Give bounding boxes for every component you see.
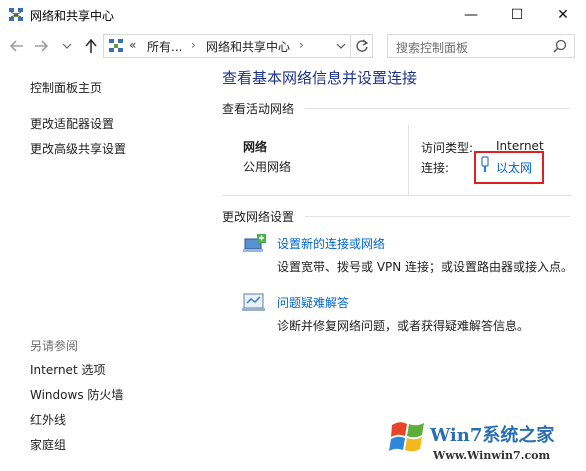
site-watermark: Win7系统之家 Www.Winwin7.com [388, 411, 586, 471]
breadcrumb-item-current[interactable]: 网络和共享中心 [206, 38, 290, 55]
setup-connection-link[interactable]: 设置新的连接或网络 [277, 235, 385, 252]
sidebar-link-homegroup[interactable]: 家庭组 [30, 436, 66, 453]
section-divider [305, 108, 570, 109]
window-title: 网络和共享中心 [30, 9, 115, 23]
breadcrumb-overflow[interactable]: « [129, 38, 136, 52]
address-divider [350, 35, 351, 57]
refresh-icon[interactable] [355, 39, 369, 53]
network-breadcrumb-icon [109, 39, 123, 52]
network-name: 网络 [243, 140, 268, 154]
windows-flag-icon [389, 422, 424, 452]
watermark-title: Win7系统之家 [430, 425, 555, 446]
breadcrumb-separator[interactable]: › [191, 38, 196, 52]
sidebar-link-infrared[interactable]: 红外线 [30, 411, 66, 428]
close-button[interactable]: ✕ [540, 0, 586, 30]
search-placeholder: 搜索控制面板 [396, 41, 469, 55]
access-type-label: 访问类型: [421, 141, 474, 155]
sidebar-link-control-panel-home[interactable]: 控制面板主页 [30, 79, 102, 96]
troubleshoot-link[interactable]: 问题疑难解答 [277, 294, 349, 311]
sidebar-link-advanced-sharing[interactable]: 更改高级共享设置 [30, 140, 126, 157]
title-bar: 网络和共享中心 — ☐ ✕ [0, 0, 586, 30]
sidebar-link-change-adapter[interactable]: 更改适配器设置 [30, 115, 114, 132]
chevron-down-icon[interactable] [62, 43, 72, 49]
network-type-link[interactable]: 公用网络 [243, 158, 291, 175]
address-bar[interactable]: « 所有... › 网络和共享中心 › [103, 34, 373, 58]
section-heading-change-settings: 更改网络设置 [222, 210, 295, 224]
troubleshoot-desc: 诊断并修复网络问题，或者获得疑难解答信息。 [277, 319, 530, 333]
new-connection-icon [243, 234, 266, 252]
setup-connection-desc: 设置宽带、拨号或 VPN 连接；或设置路由器或接入点。 [277, 260, 574, 274]
breadcrumb-separator[interactable]: › [299, 38, 304, 52]
arrow-left-icon[interactable] [9, 39, 25, 53]
minimize-button[interactable]: — [448, 0, 494, 30]
maximize-button[interactable]: ☐ [494, 0, 540, 30]
see-also-heading: 另请参阅 [30, 339, 79, 353]
breadcrumb-item-all[interactable]: 所有... [147, 38, 182, 55]
arrow-right-icon[interactable] [33, 39, 49, 53]
sidebar-link-internet-options[interactable]: Internet 选项 [30, 361, 105, 378]
troubleshoot-icon [242, 293, 265, 311]
section-divider [305, 216, 570, 217]
watermark-url: Www.Winwin7.com [433, 449, 551, 462]
page-title: 查看基本网络信息并设置连接 [222, 69, 418, 87]
highlight-box [474, 151, 544, 184]
search-icon[interactable] [553, 39, 567, 53]
search-input[interactable]: 搜索控制面板 [387, 34, 575, 58]
network-center-icon [9, 8, 23, 21]
address-dropdown-icon[interactable] [336, 43, 346, 49]
sidebar-link-windows-firewall[interactable]: Windows 防火墙 [30, 386, 123, 403]
network-divider [408, 125, 409, 195]
arrow-up-icon[interactable] [84, 38, 98, 54]
connection-label: 连接: [421, 161, 450, 175]
